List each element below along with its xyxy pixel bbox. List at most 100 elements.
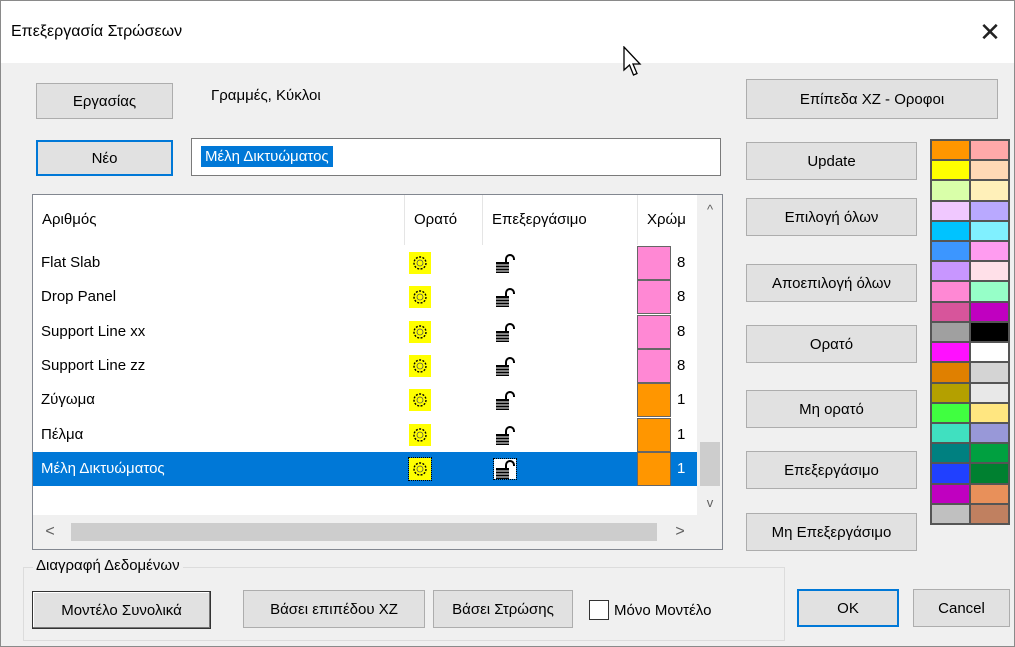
palette-swatch[interactable] <box>931 200 970 221</box>
header-color[interactable]: Χρώμ <box>638 195 697 245</box>
not-editable-button[interactable]: Μη Επεξεργάσιμο <box>746 513 917 551</box>
layer-color-number: 8 <box>677 322 686 340</box>
palette-swatch[interactable] <box>931 443 970 464</box>
palette-swatch[interactable] <box>970 241 1009 262</box>
table-row[interactable]: Ζύγωμα 1 <box>33 383 697 418</box>
unlock-icon[interactable] <box>494 356 516 376</box>
palette-swatch[interactable] <box>931 321 970 343</box>
palette-swatch[interactable] <box>970 342 1009 363</box>
layer-color-swatch[interactable] <box>637 314 671 349</box>
palette-swatch[interactable] <box>970 160 1009 181</box>
palette-swatch[interactable] <box>931 281 970 302</box>
table-row[interactable]: Support Line zz 8 <box>33 348 697 383</box>
model-only-checkbox-box[interactable] <box>589 600 609 620</box>
palette-swatch[interactable] <box>931 422 970 444</box>
not-visible-button[interactable]: Μη ορατό <box>746 390 917 428</box>
layer-color-swatch[interactable] <box>637 280 671 315</box>
palette-swatch[interactable] <box>931 362 970 383</box>
horizontal-scrollbar[interactable]: < > <box>33 515 697 549</box>
palette-swatch[interactable] <box>931 261 970 282</box>
new-button[interactable]: Νέο <box>36 140 173 176</box>
unlock-icon[interactable] <box>494 390 516 411</box>
palette-swatch[interactable] <box>970 422 1009 444</box>
table-row[interactable]: Flat Slab 8 <box>33 246 697 280</box>
deselect-all-button[interactable]: Αποεπιλογή όλων <box>746 264 917 302</box>
palette-swatch[interactable] <box>931 402 970 423</box>
palette-swatch[interactable] <box>931 220 970 242</box>
palette-swatch[interactable] <box>970 483 1009 504</box>
palette-swatch[interactable] <box>931 503 970 524</box>
model-total-button[interactable]: Μοντέλο Συνολικά <box>32 591 211 629</box>
palette-swatch[interactable] <box>931 342 970 363</box>
scroll-left-icon[interactable]: < <box>37 515 63 549</box>
horizontal-scroll-thumb[interactable] <box>71 523 657 541</box>
layer-color-swatch[interactable] <box>637 246 671 280</box>
palette-swatch[interactable] <box>931 140 970 161</box>
update-button[interactable]: Update <box>746 142 917 180</box>
close-icon[interactable]: ✕ <box>972 15 1008 51</box>
palette-swatch[interactable] <box>931 241 970 262</box>
work-button[interactable]: Εργασίας <box>36 83 173 119</box>
vertical-scrollbar[interactable]: ^ v <box>697 195 722 515</box>
layer-color-swatch[interactable] <box>637 348 671 383</box>
vertical-scroll-thumb[interactable] <box>700 442 720 486</box>
palette-swatch[interactable] <box>970 140 1009 161</box>
table-row[interactable]: Πέλμα 1 <box>33 417 697 452</box>
visible-sun-icon[interactable] <box>409 354 431 377</box>
visible-sun-icon[interactable] <box>408 456 432 481</box>
palette-swatch[interactable] <box>970 281 1009 302</box>
layer-name-input[interactable]: Μέλη Δικτυώματος <box>191 138 721 176</box>
palette-swatch[interactable] <box>931 463 970 484</box>
visible-sun-icon[interactable] <box>409 320 431 343</box>
editable-button[interactable]: Επεξεργάσιμο <box>746 451 917 489</box>
palette-swatch[interactable] <box>970 301 1009 322</box>
palette-swatch[interactable] <box>931 160 970 181</box>
layer-color-swatch[interactable] <box>637 383 671 418</box>
select-all-button[interactable]: Επιλογή όλων <box>746 198 917 236</box>
scroll-down-icon[interactable]: v <box>697 491 722 515</box>
unlock-icon[interactable] <box>494 322 516 342</box>
header-number[interactable]: Αριθμός <box>33 195 405 245</box>
palette-swatch[interactable] <box>931 483 970 504</box>
palette-swatch[interactable] <box>970 321 1009 343</box>
header-visible[interactable]: Ορατό <box>405 195 483 245</box>
cancel-button[interactable]: Cancel <box>913 589 1010 627</box>
header-editable[interactable]: Επεξεργάσιμο <box>483 195 638 245</box>
by-layer-button[interactable]: Βάσει Στρώσης <box>433 590 573 628</box>
visible-sun-icon[interactable] <box>409 252 431 274</box>
ok-button[interactable]: OK <box>797 589 899 627</box>
model-only-checkbox[interactable]: Μόνο Μοντέλο <box>589 595 711 625</box>
palette-swatch[interactable] <box>970 261 1009 282</box>
palette-swatch[interactable] <box>970 503 1009 524</box>
by-plane-button[interactable]: Βάσει επιπέδου XZ <box>243 590 425 628</box>
visible-button[interactable]: Ορατό <box>746 325 917 363</box>
scroll-right-icon[interactable]: > <box>667 515 693 549</box>
unlock-icon[interactable] <box>493 457 517 480</box>
palette-swatch[interactable] <box>970 180 1009 201</box>
palette-swatch[interactable] <box>970 220 1009 242</box>
planes-floors-button[interactable]: Επίπεδα XZ - Οροφοι <box>746 79 998 119</box>
visible-sun-icon[interactable] <box>409 286 431 309</box>
scroll-up-icon[interactable]: ^ <box>697 198 722 222</box>
palette-swatch[interactable] <box>970 463 1009 484</box>
palette-swatch[interactable] <box>970 200 1009 221</box>
table-row[interactable]: Support Line xx 8 <box>33 314 697 349</box>
palette-swatch[interactable] <box>931 382 970 403</box>
layer-color-swatch[interactable] <box>637 417 671 452</box>
table-row[interactable]: Μέλη Δικτυώματος 1 <box>33 451 697 486</box>
palette-swatch[interactable] <box>970 402 1009 423</box>
visible-sun-icon[interactable] <box>409 389 431 412</box>
palette-swatch[interactable] <box>970 443 1009 464</box>
unlock-icon[interactable] <box>494 253 516 273</box>
palette-swatch[interactable] <box>931 180 970 201</box>
visible-sun-icon[interactable] <box>409 423 431 446</box>
unlock-icon[interactable] <box>494 425 516 445</box>
palette-swatch[interactable] <box>970 382 1009 403</box>
table-row[interactable]: Drop Panel 8 <box>33 280 697 315</box>
layer-name-cell: Μέλη Δικτυώματος <box>41 459 165 477</box>
layer-list[interactable]: Αριθμός Ορατό Επεξεργάσιμο Χρώμ Flat Sla… <box>32 194 723 550</box>
layer-color-swatch[interactable] <box>637 451 671 486</box>
palette-swatch[interactable] <box>970 362 1009 383</box>
unlock-icon[interactable] <box>494 287 516 308</box>
palette-swatch[interactable] <box>931 301 970 322</box>
